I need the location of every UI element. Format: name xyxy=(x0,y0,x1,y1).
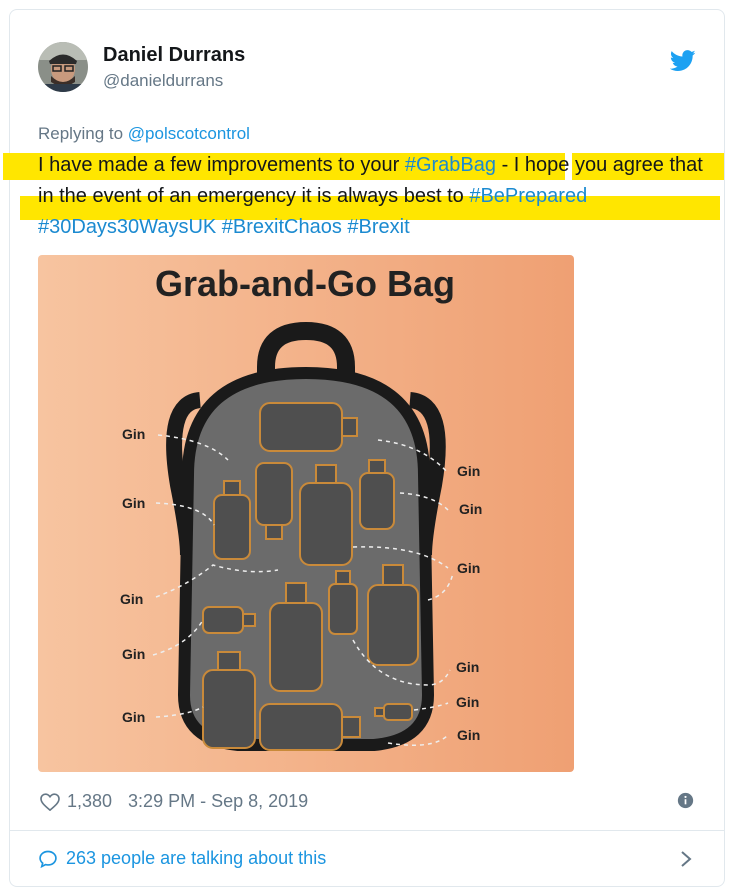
info-icon[interactable] xyxy=(677,792,694,809)
gin-bottle xyxy=(217,651,241,671)
gin-label: Gin xyxy=(122,646,145,662)
image-title: Grab-and-Go Bag xyxy=(155,263,455,304)
tweet-card: Daniel Durrans @danieldurrans Replying t… xyxy=(3,9,725,887)
gin-label: Gin xyxy=(122,495,145,511)
gin-bottle xyxy=(367,584,419,666)
gin-label: Gin xyxy=(122,709,145,725)
gin-label: Gin xyxy=(456,659,479,675)
divider xyxy=(10,830,724,831)
gin-bottle xyxy=(259,402,343,452)
replying-to: Replying to @polscotcontrol xyxy=(38,124,250,144)
gin-bottle xyxy=(382,564,404,586)
gin-label: Gin xyxy=(457,463,480,479)
conversation-link-label: 263 people are talking about this xyxy=(66,848,327,868)
tweet-meta: 1,380 3:29 PM - Sep 8, 2019 xyxy=(40,791,308,812)
hashtag-link[interactable]: #Brexit xyxy=(347,216,409,238)
gin-label: Gin xyxy=(457,727,480,743)
gin-bottle xyxy=(341,716,361,738)
display-name[interactable]: Daniel Durrans xyxy=(103,44,245,67)
comment-bubble-icon xyxy=(39,850,57,868)
tweet-text-part: I have made a few improvements to your xyxy=(38,154,405,176)
like-count[interactable]: 1,380 xyxy=(67,791,112,812)
hashtag-link[interactable]: #BrexitChaos xyxy=(222,216,342,238)
gin-bottle xyxy=(202,669,256,749)
hashtag-link[interactable]: #GrabBag xyxy=(405,154,496,176)
gin-bottle xyxy=(242,613,256,627)
grab-bag-illustration: Grab-and-Go Bag Gin Gin Gin Gin Gin Gin … xyxy=(38,255,574,772)
gin-bottle xyxy=(368,459,386,474)
gin-bottle xyxy=(383,703,413,721)
timestamp[interactable]: 3:29 PM - Sep 8, 2019 xyxy=(128,791,308,812)
hashtag-link[interactable]: #30Days30WaysUK xyxy=(38,216,216,238)
tweet-text: I have made a few improvements to your #… xyxy=(38,150,708,243)
gin-bottle xyxy=(341,417,358,437)
tweet-image[interactable]: Grab-and-Go Bag Gin Gin Gin Gin Gin Gin … xyxy=(38,255,574,772)
gin-bottle xyxy=(213,494,251,560)
gin-label: Gin xyxy=(122,426,145,442)
gin-bottle xyxy=(223,480,241,496)
gin-label: Gin xyxy=(120,591,143,607)
user-handle[interactable]: @danieldurrans xyxy=(103,71,223,91)
gin-label: Gin xyxy=(456,694,479,710)
chevron-right-icon[interactable] xyxy=(680,850,692,868)
heart-icon[interactable] xyxy=(40,792,60,811)
hashtag-link[interactable]: #BePrepared xyxy=(469,185,587,207)
gin-bottle xyxy=(374,707,385,717)
conversation-link[interactable]: 263 people are talking about this xyxy=(38,848,326,869)
replying-to-prefix: Replying to xyxy=(38,124,128,143)
gin-bottle xyxy=(285,582,307,604)
gin-bottle xyxy=(328,583,358,635)
gin-bottle xyxy=(359,472,395,530)
gin-label: Gin xyxy=(459,501,482,517)
gin-bottle xyxy=(202,606,244,634)
gin-bottle xyxy=(259,703,343,751)
gin-bottle xyxy=(255,462,293,526)
avatar[interactable] xyxy=(38,42,88,92)
gin-bottle xyxy=(265,524,283,540)
gin-bottle xyxy=(299,482,353,566)
gin-bottle xyxy=(269,602,323,692)
reply-to-link[interactable]: @polscotcontrol xyxy=(128,124,250,143)
twitter-bird-icon[interactable] xyxy=(670,50,696,72)
gin-label: Gin xyxy=(457,560,480,576)
gin-bottle xyxy=(315,464,337,484)
gin-bottle xyxy=(335,570,351,585)
